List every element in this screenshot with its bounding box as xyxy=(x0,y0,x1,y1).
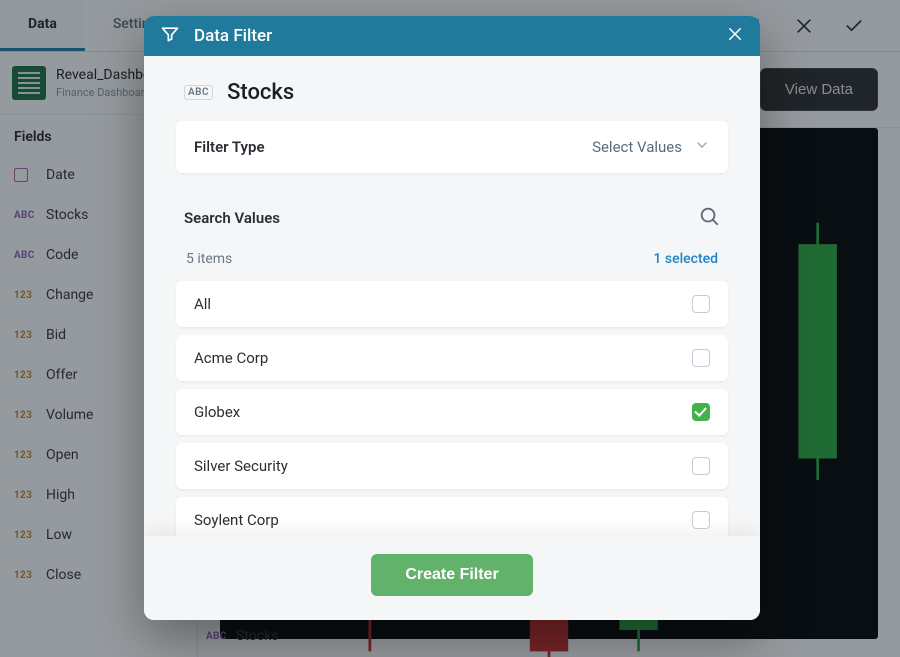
option-soylent-corp[interactable]: Soylent Corp xyxy=(176,497,728,536)
modal-footer: Create Filter xyxy=(144,536,760,620)
field-name: Stocks xyxy=(227,80,294,105)
field-type-tag: ABC xyxy=(184,85,213,100)
option-label: Soylent Corp xyxy=(194,511,279,529)
close-icon[interactable] xyxy=(726,25,744,47)
option-globex[interactable]: Globex xyxy=(176,389,728,435)
data-filter-modal: Data Filter ABC Stocks Filter Type Selec… xyxy=(144,16,760,620)
item-count: 5 items xyxy=(186,251,232,267)
option-label: Acme Corp xyxy=(194,349,268,367)
option-label: All xyxy=(194,295,211,313)
checkbox[interactable] xyxy=(692,349,710,367)
search-icon[interactable] xyxy=(698,205,720,231)
create-filter-button[interactable]: Create Filter xyxy=(371,554,532,596)
filter-type-value: Select Values xyxy=(592,138,682,156)
filter-field: ABC Stocks xyxy=(176,56,728,121)
option-label: Silver Security xyxy=(194,457,288,475)
filter-type-row[interactable]: Filter Type Select Values xyxy=(176,121,728,173)
checkbox[interactable] xyxy=(692,457,710,475)
checkbox[interactable] xyxy=(692,511,710,529)
checkbox[interactable] xyxy=(692,295,710,313)
selected-count[interactable]: 1 selected xyxy=(653,251,718,267)
modal-body: ABC Stocks Filter Type Select Values Sea… xyxy=(144,56,760,536)
chevron-down-icon xyxy=(694,137,710,157)
modal-header: Data Filter xyxy=(144,16,760,56)
search-values-label: Search Values xyxy=(184,209,280,227)
filter-icon xyxy=(160,24,180,48)
options-list: All Acme Corp Globex Silver Security Soylent… xyxy=(176,281,728,536)
option-label: Globex xyxy=(194,403,240,421)
option-silver-security[interactable]: Silver Security xyxy=(176,443,728,489)
modal-title: Data Filter xyxy=(194,26,272,46)
search-values-header: Search Values xyxy=(176,189,728,239)
option-acme-corp[interactable]: Acme Corp xyxy=(176,335,728,381)
create-filter-label: Create Filter xyxy=(405,566,498,583)
filter-type-label: Filter Type xyxy=(194,138,265,156)
option-all[interactable]: All xyxy=(176,281,728,327)
item-count-row: 5 items 1 selected xyxy=(176,239,728,281)
checkbox[interactable] xyxy=(692,403,710,421)
